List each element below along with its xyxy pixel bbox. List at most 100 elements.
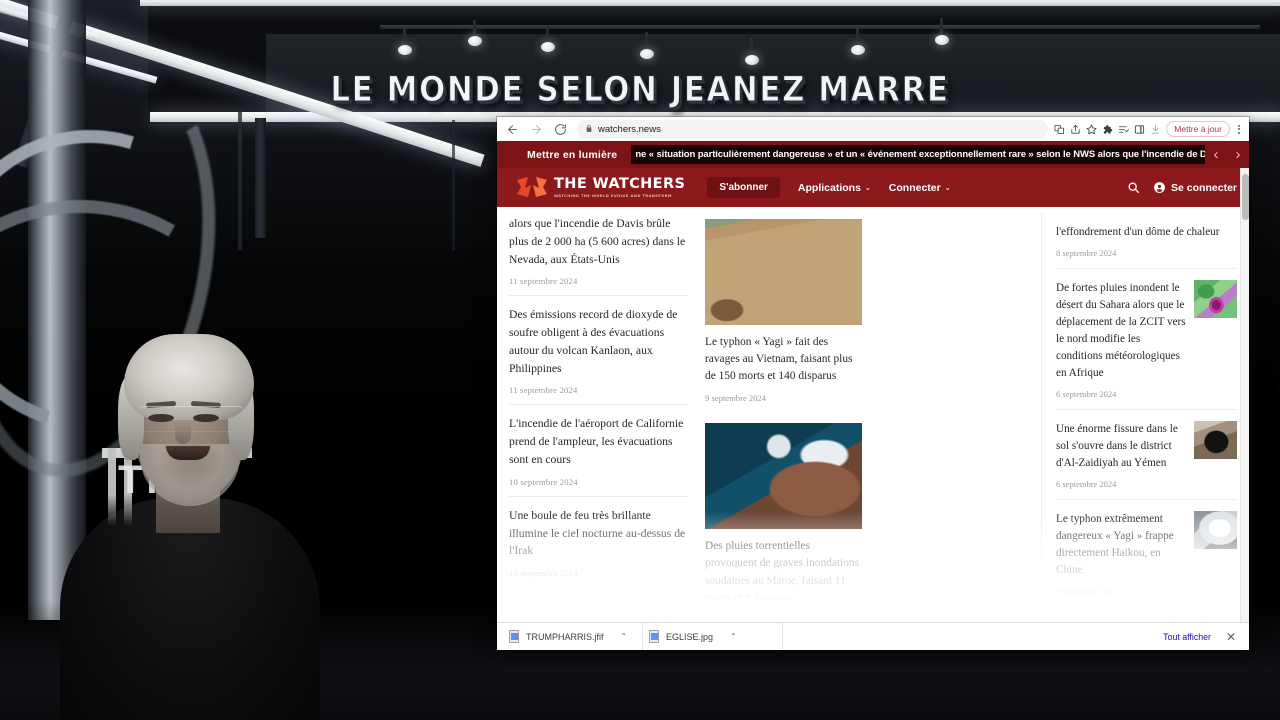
spotlight-5 <box>745 55 759 65</box>
stream-stage: TR LE MONDE SELON JEANEZ MARRE <box>0 0 1280 720</box>
downloads-icon[interactable] <box>1150 124 1161 135</box>
browser-toolbar: watchers.news Mettre à jour <box>497 117 1249 141</box>
back-arrow-icon[interactable] <box>501 119 523 139</box>
close-download-shelf-button[interactable]: ✕ <box>1219 630 1243 644</box>
article-title: Le typhon extrêmement dangereux « Yagi »… <box>1056 513 1174 577</box>
chevron-down-icon: ⌄ <box>944 184 951 192</box>
download-filename: EGLISE.jpg <box>666 631 714 642</box>
article-date: 10 septembre 2024 <box>509 476 578 487</box>
update-button[interactable]: Mettre à jour <box>1166 121 1230 137</box>
chevron-up-icon[interactable]: ⌃ <box>730 632 737 641</box>
ceiling-strut-mid <box>255 118 266 238</box>
dart-debris-photo <box>1194 618 1237 622</box>
page-content: alors que l'incendie de Davis brûle plus… <box>497 207 1249 622</box>
nav-item-applications[interactable]: Applications ⌄ <box>798 182 871 194</box>
list-item[interactable]: Les débris produits par l'impact de DART… <box>1056 607 1237 622</box>
ticker-label: Mettre en lumière <box>527 148 618 161</box>
nav-item-connecter-label: Connecter <box>888 181 941 194</box>
article-title: Une boule de feu très brillante illumine… <box>509 508 686 558</box>
flood-river-photo <box>705 219 862 325</box>
download-shelf: TRUMPHARRIS.jfif ⌃ EGLISE.jpg ⌃ Tout aff… <box>497 622 1249 650</box>
middle-article-column: Le typhon « Yagi » fait des ravages au V… <box>699 213 1041 622</box>
search-icon[interactable] <box>1127 181 1140 194</box>
lock-icon <box>585 120 593 138</box>
list-item[interactable]: L'incendie de l'aéroport de Californie p… <box>509 405 689 497</box>
login-button[interactable]: Se connecter <box>1153 181 1237 194</box>
toolbar-icon-group: Mettre à jour <box>1054 121 1245 137</box>
spotlight-1 <box>398 45 412 55</box>
ground-fissure-photo <box>1194 421 1237 460</box>
article-date: 11 septembre 2024 <box>509 385 578 396</box>
download-filename: TRUMPHARRIS.jfif <box>526 631 604 642</box>
subscribe-button[interactable]: S'abonner <box>707 177 780 198</box>
update-button-label: Mettre à jour <box>1174 124 1222 134</box>
list-item[interactable]: Le typhon « Yagi » fait des ravages au V… <box>705 213 862 417</box>
site-header: THE WATCHERS WATCHING THE WORLD EVOLVE A… <box>497 168 1249 207</box>
chevron-up-icon[interactable]: ⌃ <box>621 632 628 641</box>
reading-list-icon[interactable] <box>1118 124 1130 135</box>
lighting-rail <box>380 25 1260 29</box>
studio-ceiling-panel <box>266 34 1280 116</box>
article-title: l'effondrement d'un dôme de chaleur <box>1056 226 1220 238</box>
download-item-1[interactable]: TRUMPHARRIS.jfif ⌃ <box>503 622 643 650</box>
list-item[interactable]: Une boule de feu très brillante illumine… <box>509 497 689 589</box>
list-item[interactable]: Une épidémie d'anthrax dans le Wyoming a… <box>509 588 689 622</box>
side-panel-icon[interactable] <box>1134 124 1145 135</box>
list-item[interactable]: l'effondrement d'un dôme de chaleur 8 se… <box>1056 213 1237 270</box>
article-title: Des pluies torrentielles provoquent de g… <box>705 540 860 604</box>
spotlight-2 <box>468 36 482 46</box>
account-circle-icon <box>1153 181 1166 194</box>
list-item[interactable]: Le typhon extrêmement dangereux « Yagi »… <box>1056 500 1237 608</box>
show-all-downloads-button[interactable]: Tout afficher <box>1155 628 1219 646</box>
site-logo-tagline: WATCHING THE WORLD EVOLVE AND TRANSFORM <box>554 194 672 198</box>
article-title: Le typhon « Yagi » fait des ravages au V… <box>705 336 853 383</box>
login-label: Se connecter <box>1171 181 1237 194</box>
site-logo-name: THE WATCHERS <box>554 176 686 192</box>
browser-window: watchers.news Mettre à jour Mettre en lu… <box>497 117 1249 650</box>
article-date: 6 septembre 2024 <box>1056 479 1117 490</box>
url-text: watchers.news <box>598 123 661 135</box>
right-article-column: l'effondrement d'un dôme de chaleur 8 se… <box>1041 213 1237 622</box>
article-date: 9 septembre 2024 <box>705 393 767 404</box>
article-date: 11 septembre 2024 <box>509 276 578 287</box>
article-date: 6 septembre 2024 <box>1056 389 1117 400</box>
nav-item-connecter[interactable]: Connecter ⌄ <box>889 182 951 194</box>
list-item[interactable]: alors que l'incendie de Davis brûle plus… <box>509 205 689 297</box>
article-date: 10 septembre 2024 <box>509 568 578 579</box>
presenter-glasses <box>138 406 244 432</box>
site-nav: S'abonner Applications ⌄ Connecter ⌄ <box>707 177 951 198</box>
list-item[interactable]: Des pluies torrentielles provoquent de g… <box>705 417 862 622</box>
address-bar[interactable]: watchers.news <box>577 120 1049 138</box>
site-logo[interactable]: THE WATCHERS WATCHING THE WORLD EVOLVE A… <box>517 176 686 199</box>
article-title: alors que l'incendie de Davis brûle plus… <box>509 217 686 266</box>
page-scrollbar[interactable] <box>1240 168 1249 622</box>
reload-icon[interactable] <box>549 119 571 139</box>
ticker-next-button[interactable]: › <box>1227 141 1249 168</box>
article-title: L'incendie de l'aéroport de Californie p… <box>509 417 684 467</box>
breaking-news-ticker: Mettre en lumière ne « situation particu… <box>497 141 1249 168</box>
extensions-puzzle-icon[interactable] <box>1102 124 1113 135</box>
list-item[interactable]: De fortes pluies inondent le désert du S… <box>1056 269 1237 411</box>
card-grid: Le typhon « Yagi » fait des ravages au V… <box>705 213 1033 622</box>
article-date: 9 septembre 2024 <box>705 614 767 622</box>
kebab-menu-icon[interactable] <box>1235 124 1243 134</box>
share-icon[interactable] <box>1070 124 1081 135</box>
forward-arrow-icon[interactable] <box>525 119 547 139</box>
ticker-prev-button[interactable]: ‹ <box>1205 141 1227 168</box>
ticker-body: ne « situation particulièrement dangereu… <box>631 145 1205 164</box>
translate-icon[interactable] <box>1054 124 1065 135</box>
ticker-headline[interactable]: ne « situation particulièrement dangereu… <box>631 149 1205 160</box>
header-tools: Se connecter <box>1127 181 1237 194</box>
list-item[interactable]: Des émissions record de dioxyde de soufr… <box>509 296 689 406</box>
download-item-2[interactable]: EGLISE.jpg ⌃ <box>643 622 783 650</box>
presenter: TR <box>60 318 320 720</box>
article-title: Une énorme fissure dans le sol s'ouvre d… <box>1056 423 1178 470</box>
bookmark-star-icon[interactable] <box>1086 124 1097 135</box>
list-item[interactable]: Une énorme fissure dans le sol s'ouvre d… <box>1056 410 1237 501</box>
sahara-rain-map <box>1194 280 1237 319</box>
page-viewport: Mettre en lumière ne « situation particu… <box>497 141 1249 622</box>
spotlight-4 <box>640 49 654 59</box>
typhoon-satellite-photo <box>1194 511 1237 550</box>
satellite-coast-photo <box>705 423 862 530</box>
scrollbar-thumb[interactable] <box>1242 174 1249 220</box>
